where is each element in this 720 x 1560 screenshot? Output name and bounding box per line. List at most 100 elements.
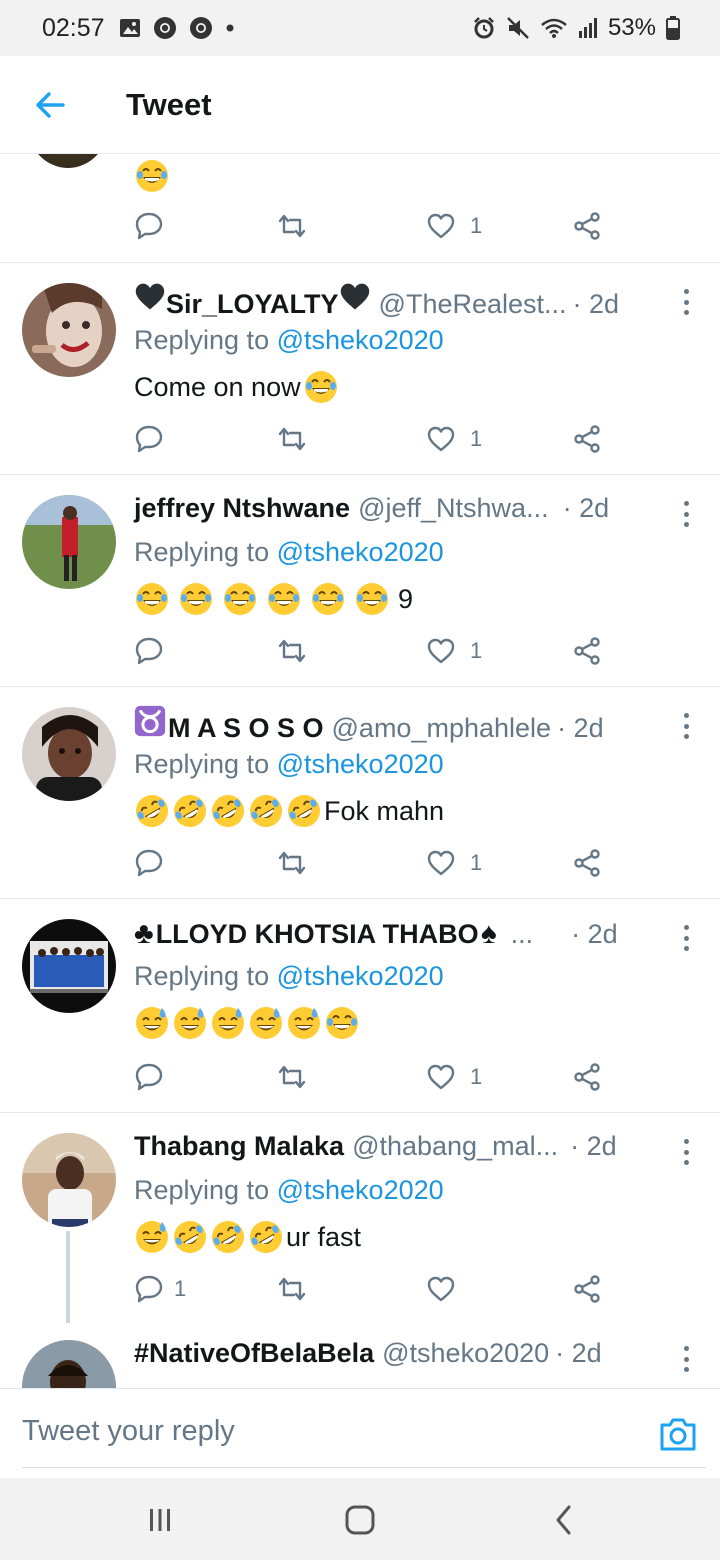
- taurus-emoji-icon: [134, 705, 166, 737]
- home-button[interactable]: [340, 1500, 380, 1540]
- rofl-emoji-icon: [286, 793, 322, 829]
- author-handle[interactable]: @tsheko2020: [382, 1338, 549, 1369]
- more-options-button[interactable]: [676, 923, 696, 953]
- avatar[interactable]: [22, 1340, 116, 1388]
- author-handle[interactable]: ...: [511, 919, 534, 950]
- author-handle[interactable]: @TheRealest...: [379, 289, 567, 320]
- reply-action[interactable]: [134, 631, 164, 671]
- more-options-button[interactable]: [676, 1137, 696, 1167]
- page-title: Tweet: [126, 86, 212, 122]
- more-options-button[interactable]: [676, 499, 696, 529]
- reply-action[interactable]: [134, 1057, 164, 1097]
- arrow-left-icon: [36, 91, 65, 118]
- avatar[interactable]: [22, 283, 116, 377]
- mention-link[interactable]: @tsheko2020: [277, 1175, 444, 1205]
- avatar[interactable]: [22, 919, 116, 1013]
- mention-link[interactable]: @tsheko2020: [277, 537, 444, 567]
- rofl-emoji-icon: [210, 1219, 246, 1255]
- wifi-icon: [540, 16, 568, 40]
- reply-input[interactable]: Tweet your reply: [22, 1415, 235, 1448]
- recent-apps-icon: [150, 1509, 170, 1531]
- author-handle[interactable]: @thabang_mal...: [352, 1131, 558, 1162]
- mention-link[interactable]: @tsheko2020: [277, 325, 444, 355]
- like-action[interactable]: [426, 1269, 456, 1309]
- comment-icon: [134, 636, 164, 666]
- tweet-text: [134, 158, 170, 199]
- retweet-action[interactable]: [276, 419, 308, 459]
- share-action[interactable]: [572, 843, 602, 883]
- share-action[interactable]: [572, 206, 602, 246]
- like-action[interactable]: 1: [426, 419, 482, 459]
- avatar[interactable]: [22, 1133, 116, 1227]
- avatar[interactable]: [26, 154, 110, 168]
- black-heart-emoji-icon: [339, 281, 371, 313]
- reply-tweet[interactable]: ♣ LLOYD KHOTSIA THABO ♠ ... · 2d Replyin…: [0, 898, 720, 1112]
- like-count: 1: [470, 638, 483, 663]
- reply-tweet[interactable]: Sir_LOYALTY @TheRealest... · 2d Replying…: [0, 262, 720, 474]
- mention-link[interactable]: @tsheko2020: [277, 961, 444, 991]
- retweet-action[interactable]: [276, 843, 308, 883]
- tweet-text-content: ur fast: [286, 1221, 362, 1252]
- retweet-action[interactable]: [276, 206, 308, 246]
- comment-icon: [134, 848, 164, 878]
- display-name[interactable]: Sir_LOYALTY: [166, 289, 339, 320]
- retweet-icon: [276, 636, 308, 666]
- like-action[interactable]: 1: [426, 631, 482, 671]
- tweet-text: Come on now: [134, 369, 720, 405]
- avatar[interactable]: [22, 495, 116, 589]
- reply-tweet[interactable]: jeffrey Ntshwane @jeff_Ntshwa... · 2d Re…: [0, 474, 720, 686]
- reply-tweet[interactable]: Thabang Malaka @thabang_mal... · 2d Repl…: [0, 1112, 720, 1323]
- reply-action[interactable]: 1: [134, 1269, 186, 1309]
- more-options-button[interactable]: [676, 287, 696, 317]
- more-options-button[interactable]: [676, 1344, 696, 1374]
- more-options-button[interactable]: [676, 711, 696, 741]
- retweet-action[interactable]: [276, 631, 308, 671]
- share-action[interactable]: [572, 419, 602, 459]
- like-action[interactable]: 1: [426, 206, 482, 246]
- reply-tweet[interactable]: M A S O S O @amo_mphahlele · 2d Replying…: [0, 686, 720, 898]
- display-name[interactable]: Thabang Malaka: [134, 1131, 344, 1162]
- reply-body: ♣ LLOYD KHOTSIA THABO ♠ ... · 2d Replyin…: [134, 917, 720, 1041]
- reply-tweet[interactable]: #NativeOfBelaBela @tsheko2020 · 2d: [0, 1322, 720, 1388]
- reply-action[interactable]: [134, 419, 164, 459]
- comment-icon: [134, 211, 164, 241]
- nav-back-button[interactable]: [544, 1500, 584, 1540]
- display-name[interactable]: #NativeOfBelaBela: [134, 1338, 374, 1369]
- like-count: 1: [470, 1064, 483, 1089]
- timestamp: · 2d: [562, 493, 610, 523]
- spade-suit-icon: ♠: [480, 917, 497, 950]
- joy-emoji-icon: [310, 581, 346, 617]
- camera-button[interactable]: [658, 1415, 698, 1453]
- reply-feed[interactable]: 1 Sir_LOYALTY @TheRealest... · 2d Replyi…: [0, 154, 720, 1388]
- club-suit-icon: ♣: [134, 917, 154, 950]
- replying-label: Replying to: [134, 325, 270, 355]
- like-action[interactable]: 1: [426, 843, 482, 883]
- author-handle[interactable]: @jeff_Ntshwa...: [358, 493, 549, 524]
- back-button[interactable]: [0, 56, 100, 154]
- retweet-icon: [276, 848, 308, 878]
- retweet-action[interactable]: [276, 1269, 308, 1309]
- like-action[interactable]: 1: [426, 1057, 482, 1097]
- display-name[interactable]: M A S O S O: [168, 713, 324, 744]
- avatar[interactable]: [22, 707, 116, 801]
- heart-icon: [426, 212, 456, 240]
- reply-action[interactable]: [134, 843, 164, 883]
- replying-to: Replying to @tsheko2020: [134, 749, 720, 783]
- rofl-emoji-icon: [134, 793, 170, 829]
- author-handle[interactable]: @amo_mphahlele: [332, 713, 552, 744]
- heart-icon: [426, 1275, 456, 1303]
- partial-tweet[interactable]: 1: [0, 154, 720, 262]
- mention-link[interactable]: @tsheko2020: [277, 749, 444, 779]
- comment-icon: [134, 1274, 164, 1304]
- reply-action[interactable]: [134, 206, 164, 246]
- black-heart-emoji-icon: [134, 281, 166, 313]
- share-action[interactable]: [572, 1057, 602, 1097]
- retweet-action[interactable]: [276, 1057, 308, 1097]
- display-name[interactable]: jeffrey Ntshwane: [134, 493, 350, 524]
- timestamp: · 2d: [571, 919, 618, 949]
- display-name[interactable]: LLOYD KHOTSIA THABO: [156, 919, 479, 950]
- share-action[interactable]: [572, 631, 602, 671]
- tweet-text-content: Fok mahn: [324, 795, 445, 826]
- share-action[interactable]: [572, 1269, 602, 1309]
- recent-apps-button[interactable]: [140, 1500, 180, 1540]
